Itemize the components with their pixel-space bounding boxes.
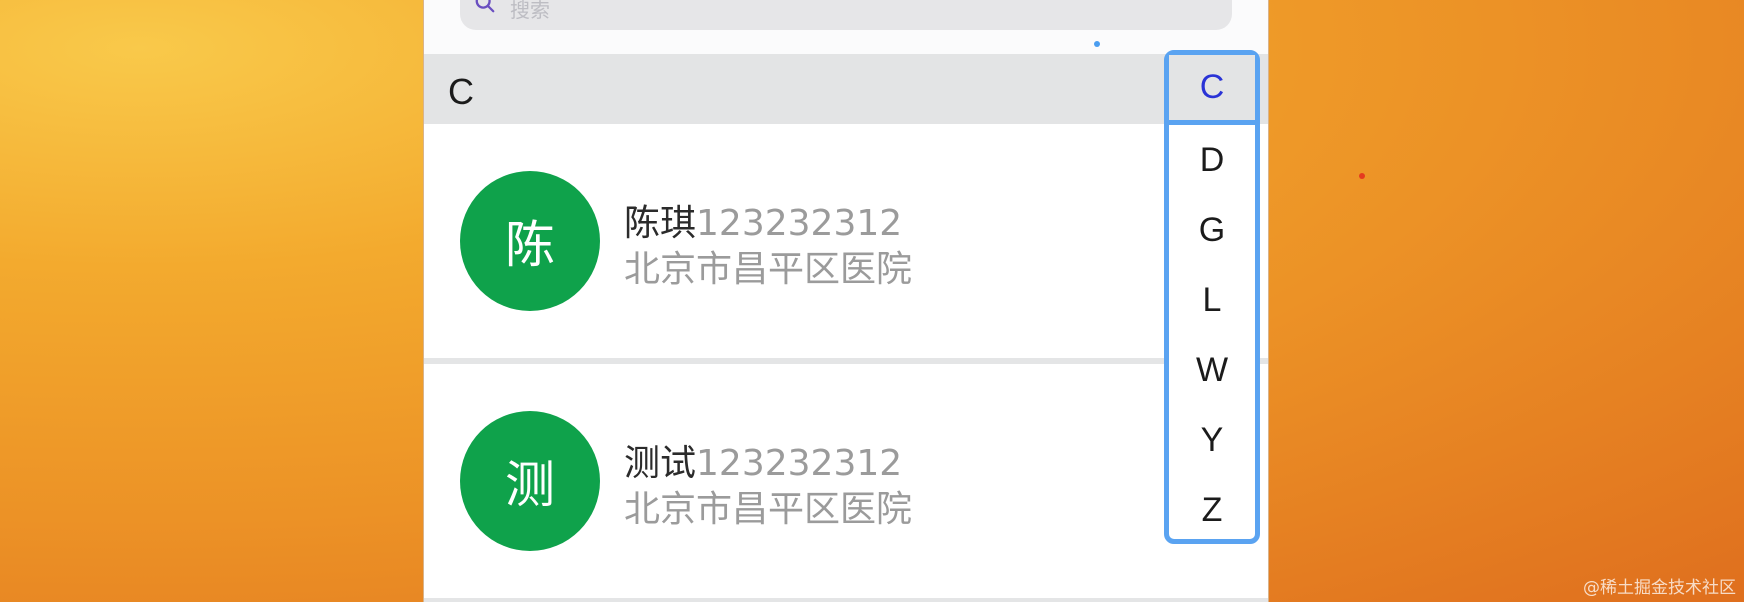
contact-address: 北京市昌平区医院 <box>624 249 913 290</box>
search-placeholder: 搜索 <box>510 0 550 22</box>
contacts-screen: 搜索 C 陈 陈琪123232312 北京市昌平区医院 测 测试12323231… <box>423 0 1269 602</box>
avatar: 陈 <box>460 171 600 311</box>
index-letter-z[interactable]: Z <box>1169 475 1255 545</box>
contact-name: 陈琪 <box>624 203 697 244</box>
search-icon <box>475 0 495 13</box>
index-letter-l[interactable]: L <box>1169 265 1255 335</box>
index-letter-d[interactable]: D <box>1169 125 1255 195</box>
divider <box>424 598 1268 602</box>
index-letter-c[interactable]: C <box>1169 55 1255 125</box>
contact-address: 北京市昌平区医院 <box>624 489 913 530</box>
avatar: 测 <box>460 411 600 551</box>
search-bar[interactable]: 搜索 <box>460 0 1232 30</box>
indicator-dot <box>1094 41 1100 47</box>
section-header: C <box>424 54 1268 124</box>
contact-item[interactable]: 陈 陈琪123232312 北京市昌平区医院 <box>424 124 1268 358</box>
contact-phone: 123232312 <box>696 203 903 244</box>
index-letter-w[interactable]: W <box>1169 335 1255 405</box>
cursor-dot <box>1359 173 1365 179</box>
contact-name: 测试 <box>624 443 697 484</box>
index-letter-g[interactable]: G <box>1169 195 1255 265</box>
index-letter-y[interactable]: Y <box>1169 405 1255 475</box>
section-header-letter: C <box>448 71 474 112</box>
alphabet-index-bar[interactable]: C D G L W Y Z <box>1164 50 1260 544</box>
contact-phone: 123232312 <box>696 443 903 484</box>
watermark: @稀土掘金技术社区 <box>1583 578 1736 598</box>
contact-item[interactable]: 测 测试123232312 北京市昌平区医院 <box>424 364 1268 598</box>
